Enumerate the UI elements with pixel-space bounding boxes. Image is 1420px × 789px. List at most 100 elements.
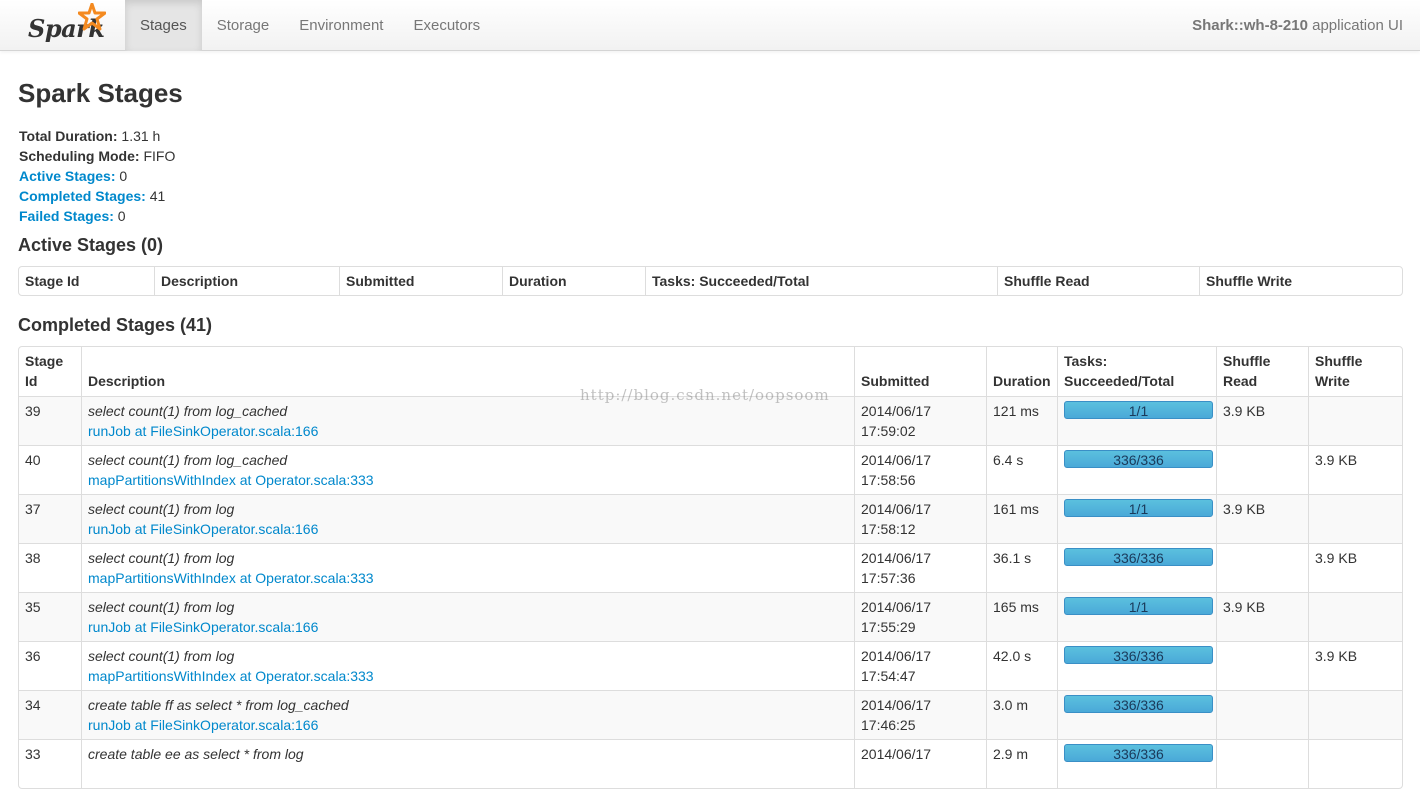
stage-shuffle-write: 3.9 KB: [1308, 445, 1402, 494]
submitted-time: 17:55:29: [861, 619, 916, 635]
task-progress-bar: 1/1: [1064, 401, 1213, 419]
stage-shuffle-write: 3.9 KB: [1308, 543, 1402, 592]
scheduling-mode-label: Scheduling Mode:: [19, 148, 140, 164]
stage-duration: 165 ms: [986, 592, 1057, 641]
col-stage-id[interactable]: Stage Id: [19, 267, 154, 295]
stage-shuffle-read: [1216, 641, 1308, 690]
completed-stages-heading: Completed Stages (41): [18, 315, 213, 335]
active-stages-link[interactable]: Active Stages:: [19, 168, 115, 184]
stage-description: select count(1) from log runJob at FileSi…: [81, 494, 854, 543]
stage-description: select count(1) from log_cached runJob at…: [81, 396, 854, 445]
stage-submitted: 2014/06/17 17:58:12: [854, 494, 986, 543]
table-row: 40 select count(1) from log_cached mapPar…: [19, 445, 1402, 494]
col-shuffle-read[interactable]: Shuffle Read: [1216, 347, 1308, 396]
stage-description: select count(1) from log_cached mapPartit…: [81, 445, 854, 494]
col-duration[interactable]: Duration: [502, 267, 645, 295]
stage-description: select count(1) from log mapPartitionsWit…: [81, 543, 854, 592]
stage-id: 40: [19, 445, 81, 494]
stage-description: create table ff as select * from log_cac…: [81, 690, 854, 739]
tab-storage[interactable]: Storage: [202, 0, 285, 51]
col-tasks[interactable]: Tasks: Succeeded/Total: [645, 267, 997, 295]
stage-description: select count(1) from log runJob at FileSi…: [81, 592, 854, 641]
total-duration-label: Total Duration:: [19, 128, 118, 144]
col-stage-id[interactable]: Stage Id: [19, 347, 81, 396]
col-description[interactable]: Description: [154, 267, 339, 295]
active-stages-table: Stage Id Description Submitted Duration …: [18, 266, 1403, 296]
stage-query: select count(1) from log: [88, 648, 235, 664]
completed-stages-link[interactable]: Completed Stages:: [19, 188, 146, 204]
col-duration[interactable]: Duration: [986, 347, 1057, 396]
stage-tasks: 1/1: [1057, 592, 1216, 641]
task-progress-bar: 1/1: [1064, 499, 1213, 517]
stage-detail-link[interactable]: mapPartitionsWithIndex at Operator.scala…: [88, 570, 374, 586]
stage-query: create table ff as select * from log_cac…: [88, 697, 349, 713]
stage-shuffle-write: [1308, 494, 1402, 543]
spark-logo[interactable]: Spark: [26, 3, 110, 47]
col-stage-id-line1: Stage: [25, 353, 64, 369]
stage-duration: 121 ms: [986, 396, 1057, 445]
stage-shuffle-write: [1308, 690, 1402, 739]
table-row: 37 select count(1) from log runJob at Fil…: [19, 494, 1402, 543]
task-progress-bar: 1/1: [1064, 597, 1213, 615]
tab-stages[interactable]: Stages: [125, 0, 202, 51]
stage-shuffle-read: 3.9 KB: [1216, 592, 1308, 641]
stage-detail-link[interactable]: mapPartitionsWithIndex at Operator.scala…: [88, 472, 374, 488]
submitted-date: 2014/06/17: [861, 697, 932, 713]
tab-environment[interactable]: Environment: [284, 0, 398, 51]
stage-id: 38: [19, 543, 81, 592]
failed-stages-link[interactable]: Failed Stages:: [19, 208, 114, 224]
stage-query: select count(1) from log_cached: [88, 403, 288, 419]
submitted-date: 2014/06/17: [861, 550, 932, 566]
stage-submitted: 2014/06/17 17:59:02: [854, 396, 986, 445]
stage-shuffle-read: [1216, 739, 1308, 788]
stage-detail-link[interactable]: mapPartitionsWithIndex at Operator.scala…: [88, 668, 374, 684]
submitted-date: 2014/06/17: [861, 648, 932, 664]
completed-stages-row: Completed Stages: 41: [19, 186, 175, 206]
task-progress-bar: 336/336: [1064, 744, 1213, 762]
stage-submitted: 2014/06/17 17:54:47: [854, 641, 986, 690]
submitted-date: 2014/06/17: [861, 746, 932, 762]
stage-shuffle-read: [1216, 445, 1308, 494]
stage-tasks: 336/336: [1057, 641, 1216, 690]
completed-stages-body: 39 select count(1) from log_cached runJob…: [19, 396, 1402, 788]
stage-summary: Total Duration: 1.31 h Scheduling Mode: …: [19, 126, 175, 226]
stage-submitted: 2014/06/17 17:58:56: [854, 445, 986, 494]
stage-description: create table ee as select * from log: [81, 739, 854, 788]
col-tasks[interactable]: Tasks: Succeeded/Total: [1057, 347, 1216, 396]
stage-query: select count(1) from log: [88, 501, 235, 517]
col-shuffle-write-line2: Write: [1315, 373, 1350, 389]
stage-detail-link[interactable]: runJob at FileSinkOperator.scala:166: [88, 423, 318, 439]
col-shuffle-read-line2: Read: [1223, 373, 1258, 389]
stage-detail-link[interactable]: runJob at FileSinkOperator.scala:166: [88, 717, 318, 733]
col-shuffle-read[interactable]: Shuffle Read: [997, 267, 1199, 295]
stage-tasks: 1/1: [1057, 494, 1216, 543]
stage-detail-link[interactable]: runJob at FileSinkOperator.scala:166: [88, 521, 318, 537]
stage-submitted: 2014/06/17 17:57:36: [854, 543, 986, 592]
stage-detail-link[interactable]: runJob at FileSinkOperator.scala:166: [88, 619, 318, 635]
stage-tasks: 336/336: [1057, 543, 1216, 592]
stage-id: 35: [19, 592, 81, 641]
scheduling-mode-value: FIFO: [139, 148, 176, 164]
stage-submitted: 2014/06/17: [854, 739, 986, 788]
app-suffix: application UI: [1307, 17, 1403, 34]
stage-shuffle-write: 3.9 KB: [1308, 641, 1402, 690]
submitted-time: 17:59:02: [861, 423, 916, 439]
tab-executors[interactable]: Executors: [398, 0, 495, 51]
col-tasks-line1: Tasks:: [1064, 353, 1108, 369]
col-description[interactable]: Description: [81, 347, 854, 396]
stage-query: select count(1) from log: [88, 550, 235, 566]
col-shuffle-write[interactable]: Shuffle Write: [1308, 347, 1402, 396]
stage-shuffle-read: [1216, 543, 1308, 592]
table-header-row: Stage Id Description Submitted Duration …: [19, 267, 1402, 295]
col-shuffle-write[interactable]: Shuffle Write: [1199, 267, 1402, 295]
completed-stages-value: 41: [145, 188, 166, 204]
col-submitted[interactable]: Submitted: [854, 347, 986, 396]
navbar: Spark Stages Storage Environment Executo…: [0, 0, 1420, 51]
task-progress-bar: 336/336: [1064, 695, 1213, 713]
col-submitted[interactable]: Submitted: [339, 267, 502, 295]
stage-shuffle-write: [1308, 592, 1402, 641]
stage-query: select count(1) from log_cached: [88, 452, 288, 468]
stage-description: select count(1) from log mapPartitionsWit…: [81, 641, 854, 690]
stage-submitted: 2014/06/17 17:46:25: [854, 690, 986, 739]
submitted-date: 2014/06/17: [861, 599, 932, 615]
